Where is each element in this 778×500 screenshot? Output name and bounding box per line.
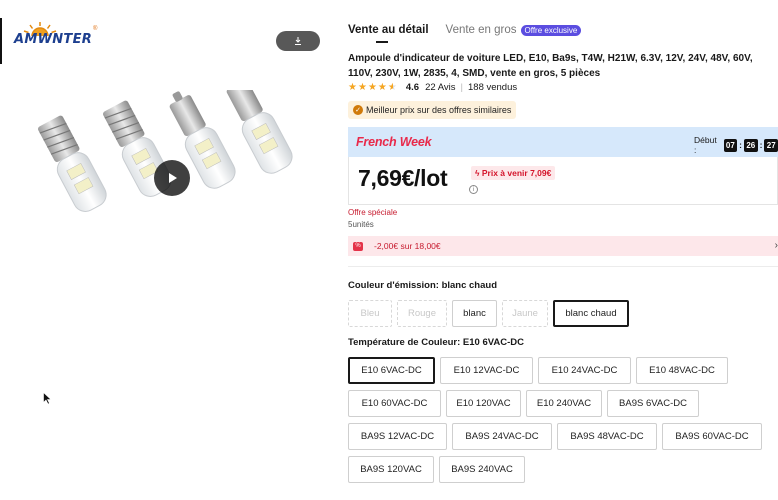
info-icon[interactable]: i xyxy=(469,185,478,194)
star-rating[interactable]: ★ ★ ★ ★ ★ xyxy=(348,82,397,93)
brand-logo[interactable]: AMWNTER ® xyxy=(12,20,122,56)
temp-option[interactable]: BA9S 24VAC-DC xyxy=(452,423,552,450)
lightning-icon: ϟ xyxy=(475,168,480,178)
sold-count: 188 vendus xyxy=(468,82,518,93)
temperature-row: E10 6VAC-DC E10 12VAC-DC E10 24VAC-DC E1… xyxy=(348,357,778,384)
future-price-text: Prix à venir 7,09€ xyxy=(481,168,552,178)
promo-title: French Week xyxy=(356,135,432,149)
tab-retail[interactable]: Vente au détail xyxy=(348,24,429,43)
promo-banner: French Week Début : 07 : 26 : 27 xyxy=(348,127,778,157)
color-options: Bleu Rouge blanc Jaune blanc chaud xyxy=(348,300,629,327)
registered-mark: ® xyxy=(93,26,98,32)
coupon-bar[interactable]: % -2,00€ sur 18,00€ › xyxy=(348,236,778,256)
temp-option[interactable]: E10 6VAC-DC xyxy=(348,357,435,384)
temp-option[interactable]: BA9S 240VAC xyxy=(439,456,525,483)
rating-row: ★ ★ ★ ★ ★ 4.6 22 Avis | 188 vendus xyxy=(348,82,517,93)
color-option-blanc[interactable]: blanc xyxy=(452,300,497,327)
sales-mode-tabs: Vente au détail Vente en gros Offre excl… xyxy=(348,24,582,43)
star-icon: ★ xyxy=(348,82,357,93)
promo-countdown: Début : 07 : 26 : 27 xyxy=(694,135,778,155)
product-title: Ampoule d'indicateur de voiture LED, E10… xyxy=(348,53,753,79)
rating-value: 4.6 xyxy=(405,82,420,93)
gallery-edge-divider xyxy=(0,18,2,64)
temperature-section-label: Température de Couleur: E10 6VAC-DC xyxy=(348,337,524,348)
star-icon: ★ xyxy=(377,82,387,93)
separator: | xyxy=(460,82,463,93)
product-gallery: AMWNTER ® xyxy=(0,0,330,500)
countdown-colon: : xyxy=(759,140,763,150)
section-divider xyxy=(348,266,778,267)
temp-option[interactable]: BA9S 120VAC xyxy=(348,456,434,483)
star-icon: ★ xyxy=(357,82,367,93)
temp-option[interactable]: E10 60VAC-DC xyxy=(348,390,441,417)
temp-option[interactable]: BA9S 60VAC-DC xyxy=(662,423,762,450)
best-price-icon: ✓ xyxy=(353,105,363,115)
temp-option[interactable]: E10 24VAC-DC xyxy=(538,357,631,384)
exclusive-offer-badge: Offre exclusive xyxy=(520,24,582,36)
temperature-options: E10 6VAC-DC E10 12VAC-DC E10 24VAC-DC E1… xyxy=(348,357,778,489)
temp-option[interactable]: BA9S 6VAC-DC xyxy=(607,390,699,417)
countdown-seconds: 27 xyxy=(764,138,778,152)
special-offer-label: Offre spéciale xyxy=(348,208,398,217)
temp-option[interactable]: BA9S 48VAC-DC xyxy=(557,423,657,450)
color-option-jaune[interactable]: Jaune xyxy=(502,300,548,327)
temp-option[interactable]: BA9S 12VAC-DC xyxy=(348,423,447,450)
price-box: 7,69€/lot ϟ Prix à venir 7,09€ i xyxy=(348,157,778,205)
units-label: 5unités xyxy=(348,220,374,229)
color-option-rouge[interactable]: Rouge xyxy=(397,300,447,327)
mouse-cursor-icon xyxy=(43,392,52,405)
reviews-link[interactable]: 22 Avis xyxy=(425,82,455,93)
temp-option[interactable]: E10 240VAC xyxy=(526,390,602,417)
best-price-text: Meilleur prix sur des offres similaires xyxy=(366,105,512,115)
download-icon xyxy=(295,37,301,45)
coupon-text: -2,00€ sur 18,00€ xyxy=(374,241,441,251)
half-star-icon: ★ xyxy=(387,82,397,93)
color-section-label: Couleur d'émission: blanc chaud xyxy=(348,280,498,291)
product-details: Vente au détail Vente en gros Offre excl… xyxy=(348,0,778,500)
play-icon xyxy=(169,173,177,183)
tab-wholesale[interactable]: Vente en gros xyxy=(446,24,517,36)
countdown-hours: 07 xyxy=(723,138,738,152)
countdown-label: Début : xyxy=(694,135,717,155)
brand-logo-text: AMWNTER xyxy=(14,32,93,47)
price: 7,69€/lot xyxy=(358,165,448,191)
temp-option[interactable]: E10 48VAC-DC xyxy=(636,357,728,384)
temp-option[interactable]: E10 120VAC xyxy=(446,390,521,417)
best-price-badge: ✓ Meilleur prix sur des offres similaire… xyxy=(348,101,517,119)
countdown-colon: : xyxy=(739,140,742,150)
color-option-blanc-chaud[interactable]: blanc chaud xyxy=(553,300,629,327)
download-button[interactable] xyxy=(276,31,320,51)
video-play-button[interactable] xyxy=(154,160,190,196)
color-option-bleu[interactable]: Bleu xyxy=(348,300,392,327)
temperature-row: BA9S 12VAC-DC BA9S 24VAC-DC BA9S 48VAC-D… xyxy=(348,423,778,450)
temperature-row: BA9S 120VAC BA9S 240VAC xyxy=(348,456,778,483)
countdown-minutes: 26 xyxy=(744,138,758,152)
star-icon: ★ xyxy=(367,82,377,93)
temp-option[interactable]: E10 12VAC-DC xyxy=(440,357,533,384)
temperature-row: E10 60VAC-DC E10 120VAC E10 240VAC BA9S … xyxy=(348,390,778,417)
chevron-right-icon: › xyxy=(774,240,778,251)
future-price-badge: ϟ Prix à venir 7,09€ xyxy=(471,166,556,180)
coupon-icon: % xyxy=(353,241,363,251)
